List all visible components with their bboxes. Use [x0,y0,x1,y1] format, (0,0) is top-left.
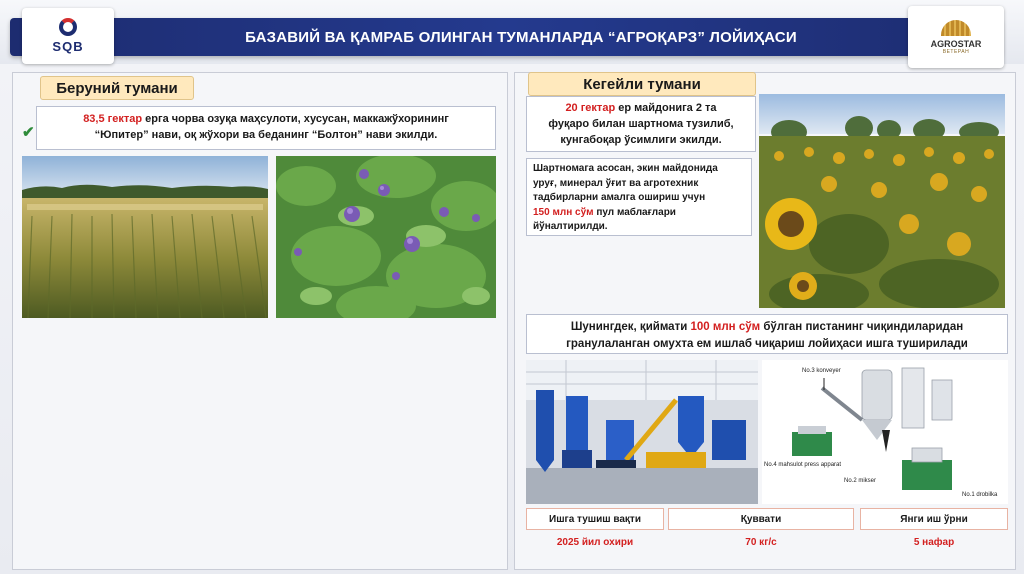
drobilka-label: No.1 drobilka [962,492,998,498]
sqb-logo: SQB [22,8,114,64]
sunflower-logo-icon [941,19,971,36]
amount-highlight: 150 млн сўм [533,206,594,218]
capacity-label: Қуввати [668,508,854,530]
beruniy-description: 83,5 гектар ерга чорва озуқа маҳсулоти, … [36,106,496,150]
hectare-highlight: 20 гектар [565,102,616,114]
checkmark-icon: ✔ [22,124,35,141]
title-bar: БАЗАВИЙ ВА ҚАМРАБ ОЛИНГАН ТУМАНЛАРДА “АГ… [10,18,1002,56]
box2-line2: уруғ, минерал ўғит ва агротехник [533,177,699,189]
sqb-logo-text: SQB [52,39,84,54]
agrostar-logo-subtext: ВЕТЕРАН [942,48,970,55]
kegeyli-sunflower-description: 20 гектар ер майдонига 2 та фуқаро билан… [526,96,756,152]
alfalfa-photo [276,156,496,318]
new-jobs-value: 5 нафар [913,536,955,548]
feed-factory-photo [526,360,758,504]
corn-field-photo [22,156,268,318]
description-line2: “Юпитер” нави, оқ жўхори ва беданинг “Бо… [94,128,438,141]
sunflower-field-photo [759,94,1005,308]
kegeyli-district-label: Кегейли тумани [528,72,756,96]
box3-line2: гранулаланган омухта ем ишлаб чиқариш ло… [566,337,968,350]
mikser-label: No.2 mikser [844,478,876,484]
pistachio-project-description: Шунингдек, қиймати 100 млн сўм бўлган пи… [526,314,1008,354]
feed-machinery-diagram: No.3 konveyer No.4 mahsulot press appara… [762,360,1008,504]
description-line1: ерга чорва озуқа маҳсулоти, хусусан, мак… [142,113,449,125]
launch-time-value: 2025 йил охири [556,536,634,548]
box3-post: бўлган пистанинг чиқиндиларидан [760,321,964,333]
box1-line3: кунгабоқар ўсимлиги экилди. [560,133,722,146]
kegeyli-funding-description: Шартномага асосан, экин майдонида уруғ, … [526,158,752,236]
page-title: БАЗАВИЙ ВА ҚАМРАБ ОЛИНГАН ТУМАНЛАРДА “АГ… [245,28,797,46]
box2-line4: пул маблағлари [593,206,676,218]
sqb-logo-icon [59,18,77,36]
hectare-highlight: 83,5 гектар [83,113,143,125]
box2-line5: йўналтирилди. [533,221,608,232]
new-jobs-label: Янги иш ўрни [860,508,1008,530]
amount-highlight: 100 млн сўм [690,321,761,333]
box1-line2: фуқаро билан шартнома тузилиб, [548,117,734,130]
capacity-value: 70 кг/с [745,536,777,548]
agrostar-logo-text: AGROSTAR [930,38,982,49]
konveyer-label: No.3 konveyer [802,368,841,374]
beruniy-district-label: Беруний тумани [40,76,194,100]
launch-time-label: Ишга тушиш вақти [526,508,664,530]
box1-line1: ер майдонига 2 та [615,102,717,114]
box2-line3: тадбирларни амалга ошириш учун [533,192,706,203]
header: БАЗАВИЙ ВА ҚАМРАБ ОЛИНГАН ТУМАНЛАРДА “АГ… [0,0,1024,68]
press-label: No.4 mahsulot press apparat [764,462,841,468]
agrostar-logo: AGROSTAR ВЕТЕРАН [908,6,1004,68]
box2-line1: Шартномага асосан, экин майдонида [533,163,718,174]
box3-pre: Шунингдек, қиймати [570,321,691,333]
